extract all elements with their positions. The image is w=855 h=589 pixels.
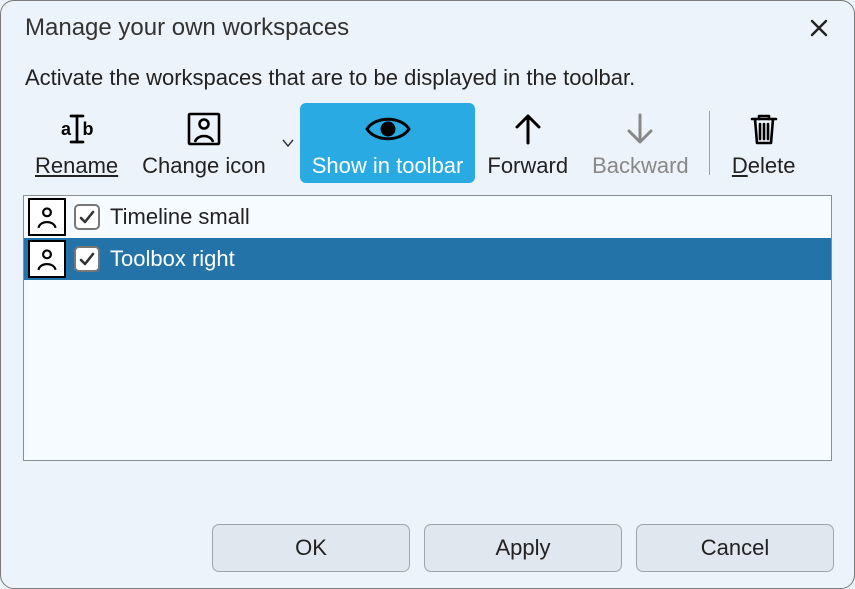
backward-label: Backward xyxy=(592,153,689,179)
dialog-subtitle: Activate the workspaces that are to be d… xyxy=(1,47,854,103)
arrow-down-icon xyxy=(623,109,657,149)
apply-button[interactable]: Apply xyxy=(424,524,622,572)
delete-button[interactable]: Delete xyxy=(718,103,810,183)
svg-text:a: a xyxy=(61,119,72,139)
arrow-up-icon xyxy=(511,109,545,149)
workspace-name: Toolbox right xyxy=(108,246,235,272)
eye-icon xyxy=(363,109,413,149)
titlebar: Manage your own workspaces xyxy=(1,1,854,47)
backward-button[interactable]: Backward xyxy=(580,103,701,183)
workspace-icon xyxy=(28,240,66,278)
dialog-title: Manage your own workspaces xyxy=(25,14,349,42)
forward-button[interactable]: Forward xyxy=(475,103,580,183)
rename-label: Rename xyxy=(35,153,118,179)
list-item[interactable]: Toolbox right xyxy=(24,238,831,280)
dialog-buttons: OK Apply Cancel xyxy=(212,524,834,572)
close-button[interactable] xyxy=(804,13,834,43)
workspace-icon xyxy=(28,198,66,236)
chevron-down-icon xyxy=(282,138,294,148)
toolbar: a b Rename Change icon xyxy=(1,103,854,189)
workspace-checkbox[interactable] xyxy=(74,204,100,230)
manage-workspaces-dialog: Manage your own workspaces Activate the … xyxy=(0,0,855,589)
close-icon xyxy=(809,18,829,38)
delete-label: Delete xyxy=(732,153,796,179)
list-item[interactable]: Timeline small xyxy=(24,196,831,238)
forward-label: Forward xyxy=(487,153,568,179)
person-icon xyxy=(186,109,222,149)
workspace-checkbox[interactable] xyxy=(74,246,100,272)
rename-button[interactable]: a b Rename xyxy=(23,103,130,183)
trash-icon xyxy=(747,109,781,149)
workspace-name: Timeline small xyxy=(108,204,250,230)
show-in-toolbar-button[interactable]: Show in toolbar xyxy=(300,103,476,183)
ok-button[interactable]: OK xyxy=(212,524,410,572)
svg-text:b: b xyxy=(82,119,93,139)
toolbar-separator xyxy=(709,111,710,175)
change-icon-button[interactable]: Change icon xyxy=(130,103,278,183)
cancel-button[interactable]: Cancel xyxy=(636,524,834,572)
change-icon-dropdown[interactable] xyxy=(280,138,296,148)
change-icon-label: Change icon xyxy=(142,153,266,179)
workspaces-list[interactable]: Timeline small Toolbox right xyxy=(23,195,832,461)
show-in-toolbar-label: Show in toolbar xyxy=(312,153,464,179)
rename-icon: a b xyxy=(56,109,98,149)
